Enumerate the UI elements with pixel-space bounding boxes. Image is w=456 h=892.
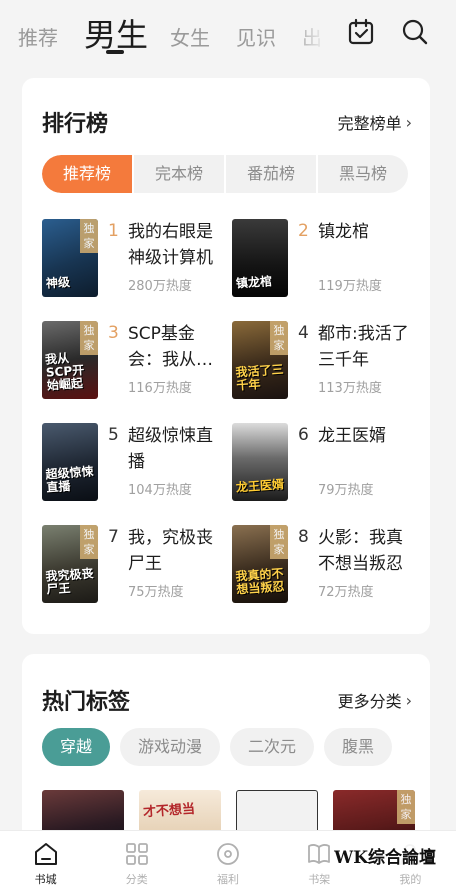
tag-chip[interactable]: 游戏动漫: [120, 728, 221, 766]
search-icon[interactable]: [401, 18, 429, 46]
tab-recommend-rank[interactable]: 推荐榜: [42, 155, 134, 193]
heat-count: 104万热度: [128, 483, 192, 498]
book-cover: 独家 我真的不想当叛忍: [232, 525, 288, 603]
ranking-header: 排行榜 完整榜单 ›: [42, 106, 412, 138]
more-categories-link[interactable]: 更多分类 ›: [338, 688, 412, 712]
ranking-card: 排行榜 完整榜单 › 推荐榜 完本榜 番茄榜 黑马榜 独家 神级 1 我的右眼是…: [22, 78, 430, 634]
nav-label: 书城: [34, 873, 57, 886]
tag-chip[interactable]: 穿越: [42, 728, 111, 766]
tab-darkhorse-rank[interactable]: 黑马榜: [318, 155, 408, 193]
home-icon: [34, 843, 57, 865]
heat-count: 116万热度: [128, 381, 192, 396]
rank-item[interactable]: 独家 神级 1 我的右眼是神级计算机 280万热度: [42, 219, 222, 301]
tag-list: 穿越 游戏动漫 二次元 腹黑: [42, 728, 393, 766]
heat-count: 119万热度: [318, 279, 382, 294]
book-cover: 龙王医婿: [232, 423, 288, 501]
nav-category[interactable]: 分类: [91, 831, 182, 892]
cover-title-art: 我真的不想当叛忍: [235, 566, 285, 597]
heat-count: 79万热度: [318, 483, 374, 498]
rank-number: 4: [298, 323, 309, 343]
tab-female[interactable]: 女生: [170, 22, 210, 51]
rank-item[interactable]: 镇龙棺 2 镇龙棺 119万热度: [232, 219, 412, 301]
tab-fade-overlay: [290, 14, 336, 54]
book-title: SCP基金会：我从…: [128, 324, 213, 370]
tab-finished-rank[interactable]: 完本榜: [134, 155, 226, 193]
tag-chip[interactable]: 二次元: [230, 728, 315, 766]
grid-icon: [125, 843, 148, 865]
book-cover: 独家 我从SCP开始崛起: [42, 321, 98, 399]
cover-title-art: 镇龙棺: [235, 274, 273, 291]
cover-title-art: 我究极丧尸王: [45, 566, 94, 597]
cover-title-art: 神级: [45, 275, 71, 291]
full-ranking-link[interactable]: 完整榜单 ›: [338, 110, 412, 134]
book-title: 我，究极丧尸王: [128, 528, 213, 574]
full-ranking-label: 完整榜单: [337, 114, 402, 133]
cover-title-art: 超级惊悚直播: [45, 464, 94, 495]
rank-item[interactable]: 独家 我究极丧尸王 7 我，究极丧尸王 75万热度: [42, 525, 222, 607]
rank-number: 8: [298, 527, 309, 547]
rank-number: 7: [108, 527, 119, 547]
heat-count: 113万热度: [318, 381, 382, 396]
rank-number: 5: [108, 425, 119, 445]
active-tab-indicator: [106, 50, 124, 54]
exclusive-badge: 独家: [397, 790, 415, 824]
cover-title-art: 我从SCP开始崛起: [44, 351, 85, 393]
book-cover: 独家 我活了三千年: [232, 321, 288, 399]
book-title: 镇龙棺: [318, 222, 369, 242]
rank-number: 2: [298, 221, 309, 241]
nav-bookstore[interactable]: 书城: [0, 831, 91, 892]
compass-icon: [217, 843, 239, 865]
ranking-title: 排行榜: [42, 112, 109, 137]
calendar-check-icon[interactable]: [347, 18, 375, 46]
nav-label: 分类: [125, 873, 148, 886]
nav-label: 书架: [308, 873, 331, 886]
nav-label: 我的: [399, 873, 422, 886]
cover-title-art: 我活了三千年: [235, 362, 284, 393]
rank-number: 1: [108, 221, 119, 241]
book-cover: 独家 我究极丧尸王: [42, 525, 98, 603]
exclusive-badge: 独家: [270, 525, 288, 559]
rank-number: 3: [108, 323, 119, 343]
top-tab-bar: 推荐 男生 女生 见识 出: [0, 0, 456, 66]
rank-item[interactable]: 独家 我从SCP开始崛起 3 SCP基金会：我从… 116万热度: [42, 321, 222, 403]
rank-number: 6: [298, 425, 309, 445]
tab-tomato-rank[interactable]: 番茄榜: [226, 155, 318, 193]
tag-chip[interactable]: 腹黑: [324, 728, 393, 766]
hot-tags-title: 热门标签: [42, 690, 131, 715]
rank-item[interactable]: 超级惊悚直播 5 超级惊悚直播 104万热度: [42, 423, 222, 505]
open-book-icon: [308, 844, 331, 864]
book-cover: 镇龙棺: [232, 219, 288, 297]
heat-count: 72万热度: [318, 585, 374, 600]
nav-label: 福利: [217, 873, 239, 886]
rank-item[interactable]: 独家 我活了三千年 4 都市:我活了三千年 113万热度: [232, 321, 412, 403]
book-title: 超级惊悚直播: [128, 426, 213, 472]
hot-tags-header: 热门标签 更多分类 ›: [42, 684, 412, 716]
ranking-tab-group: 推荐榜 完本榜 番茄榜 黑马榜: [42, 155, 408, 193]
heat-count: 75万热度: [128, 585, 184, 600]
exclusive-badge: 独家: [270, 321, 288, 355]
book-cover: 独家 神级: [42, 219, 98, 297]
exclusive-badge: 独家: [80, 219, 98, 253]
watermark-text: WK综合論壇: [332, 843, 438, 868]
rank-item[interactable]: 独家 我真的不想当叛忍 8 火影：我真不想当叛忍 72万热度: [232, 525, 412, 607]
book-title: 我的右眼是神级计算机: [128, 222, 213, 268]
book-title: 火影：我真不想当叛忍: [318, 528, 403, 574]
exclusive-badge: 独家: [80, 525, 98, 559]
hot-tags-card: 热门标签 更多分类 › 穿越 游戏动漫 二次元 腹黑 才不想当 独家: [22, 654, 430, 854]
heat-count: 280万热度: [128, 279, 192, 294]
nav-welfare[interactable]: 福利: [182, 831, 273, 892]
cover-title-art: 才不想当: [142, 801, 196, 821]
book-title: 龙王医婿: [318, 426, 386, 446]
chevron-right-icon: ›: [405, 112, 412, 132]
more-categories-label: 更多分类: [337, 692, 402, 711]
chevron-right-icon: ›: [405, 690, 412, 710]
tab-recommend[interactable]: 推荐: [18, 22, 58, 51]
cover-title-art: 龙王医婿: [235, 477, 285, 495]
tab-knowledge[interactable]: 见识: [236, 22, 276, 51]
book-cover: 超级惊悚直播: [42, 423, 98, 501]
rank-item[interactable]: 龙王医婿 6 龙王医婿 79万热度: [232, 423, 412, 505]
book-title: 都市:我活了三千年: [318, 324, 409, 370]
app-screen: 推荐 男生 女生 见识 出 排行榜 完整榜单 › 推荐榜 完本榜: [0, 0, 456, 892]
